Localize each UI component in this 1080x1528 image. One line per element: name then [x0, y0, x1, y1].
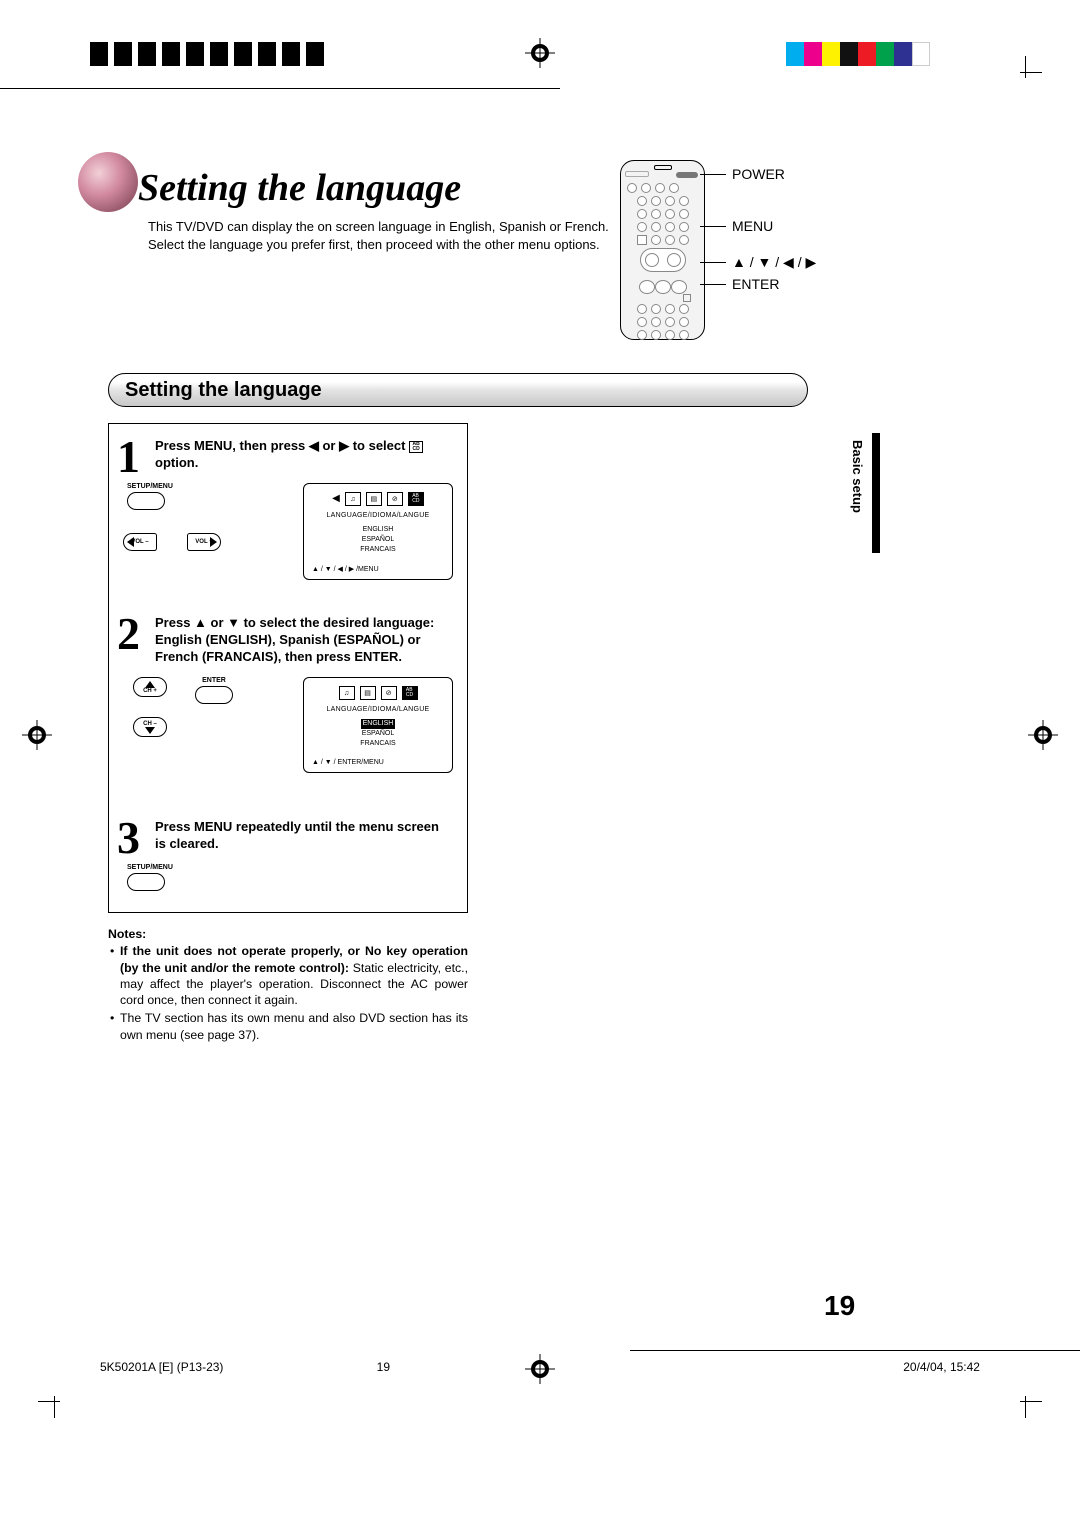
osd-option-selected: ENGLISH — [361, 719, 396, 729]
steps-box: 1 Press MENU, then press ◀ or ▶ to selec… — [108, 423, 468, 913]
osd-subtitle: LANGUAGE/IDIOMA/LANGUE — [312, 512, 444, 519]
osd-footer: ▲ / ▼ / ENTER/MENU — [312, 759, 444, 766]
ch-down-icon: CH – — [133, 717, 167, 737]
osd-option: ESPAÑOL — [362, 536, 395, 543]
osd-tab-icon: ▤ — [360, 686, 376, 700]
rule — [630, 1350, 1080, 1351]
side-tab-marker — [872, 433, 880, 553]
osd-subtitle: LANGUAGE/IDIOMA/LANGUE — [312, 706, 444, 713]
left-arrow-icon: ◀ — [332, 492, 340, 506]
enter-button-icon — [195, 686, 233, 704]
notes-heading: Notes: — [108, 927, 468, 941]
section-header-bar: Setting the language — [108, 373, 808, 407]
osd-option: FRANCAIS — [360, 546, 395, 553]
rule — [0, 88, 560, 89]
button-label: SETUP/MENU — [127, 864, 173, 871]
osd-tab-icon: ▤ — [366, 492, 382, 506]
osd-tab-icon: ♫ — [345, 492, 361, 506]
osd-tab-icon: ♫ — [339, 686, 355, 700]
remote-label-nav: ▲ / ▼ / ◀ / ▶ — [732, 254, 816, 271]
footer-left: 5K50201A [E] (P13-23) — [100, 1360, 223, 1374]
crop-mark — [38, 1390, 66, 1418]
side-tab: Basic setup — [850, 440, 865, 513]
page-title: Setting the language — [138, 160, 858, 210]
vol-plus-icon: VOL + — [187, 533, 221, 551]
registration-mark-top — [525, 38, 555, 68]
osd-tab-icon-selected: ABCD — [402, 686, 418, 700]
step-text: Press MENU, then press ◀ or ▶ to select … — [155, 438, 453, 471]
button-label: SETUP/MENU — [127, 483, 173, 490]
step-number: 1 — [117, 430, 140, 483]
osd-footer: ▲ / ▼ / ◀ / ▶ /MENU — [312, 565, 444, 573]
osd-screen: ♫ ▤ ⊘ ABCD LANGUAGE/IDIOMA/LANGUE ENGLIS… — [303, 677, 453, 772]
registration-color-squares — [786, 42, 930, 66]
registration-mark-left — [22, 720, 52, 755]
footer-mid: 19 — [377, 1360, 390, 1374]
note-item: If the unit does not operate properly, o… — [108, 943, 468, 1008]
step-number: 2 — [117, 607, 140, 660]
step-1: 1 Press MENU, then press ◀ or ▶ to selec… — [123, 438, 453, 593]
registration-mark-right — [1028, 720, 1058, 755]
remote-label-menu: MENU — [732, 218, 773, 234]
step-2: 2 Press ▲ or ▼ to select the desired lan… — [123, 615, 453, 797]
osd-screen: ◀ ♫ ▤ ⊘ ABCD LANGUAGE/IDIOMA/LANGUE ENGL… — [303, 483, 453, 579]
osd-option: ESPAÑOL — [362, 730, 395, 737]
ch-up-icon: CH + — [133, 677, 167, 697]
page-number: 19 — [824, 1290, 855, 1322]
intro-text: This TV/DVD can display the on screen la… — [148, 218, 628, 253]
osd-tab-icon: ⊘ — [387, 492, 403, 506]
menu-button-icon — [127, 873, 165, 891]
footer: 5K50201A [E] (P13-23) 19 20/4/04, 15:42 — [100, 1360, 980, 1374]
remote-label-enter: ENTER — [732, 276, 779, 292]
osd-option: ENGLISH — [363, 526, 394, 533]
osd-tab-icon: ⊘ — [381, 686, 397, 700]
crop-mark — [1014, 1390, 1042, 1418]
footer-right: 20/4/04, 15:42 — [903, 1360, 980, 1374]
osd-option: FRANCAIS — [360, 740, 395, 747]
step-3: 3 Press MENU repeatedly until the menu s… — [123, 819, 453, 900]
step-number: 3 — [117, 811, 140, 864]
decorative-sphere — [78, 152, 138, 212]
step-text: Press ▲ or ▼ to select the desired langu… — [155, 615, 453, 665]
vol-minus-icon: VOL – — [123, 533, 157, 551]
notes-section: Notes: If the unit does not operate prop… — [108, 927, 468, 1042]
crop-mark — [1014, 56, 1042, 84]
section-title: Setting the language — [125, 379, 322, 402]
button-label: ENTER — [195, 677, 233, 684]
language-tab-icon: ABCD — [409, 441, 423, 453]
registration-bw-squares — [90, 42, 330, 66]
note-item: The TV section has its own menu and also… — [108, 1010, 468, 1042]
step-text: Press MENU repeatedly until the menu scr… — [155, 819, 453, 852]
menu-button-icon — [127, 492, 165, 510]
osd-tab-icon-selected: ABCD — [408, 492, 424, 506]
